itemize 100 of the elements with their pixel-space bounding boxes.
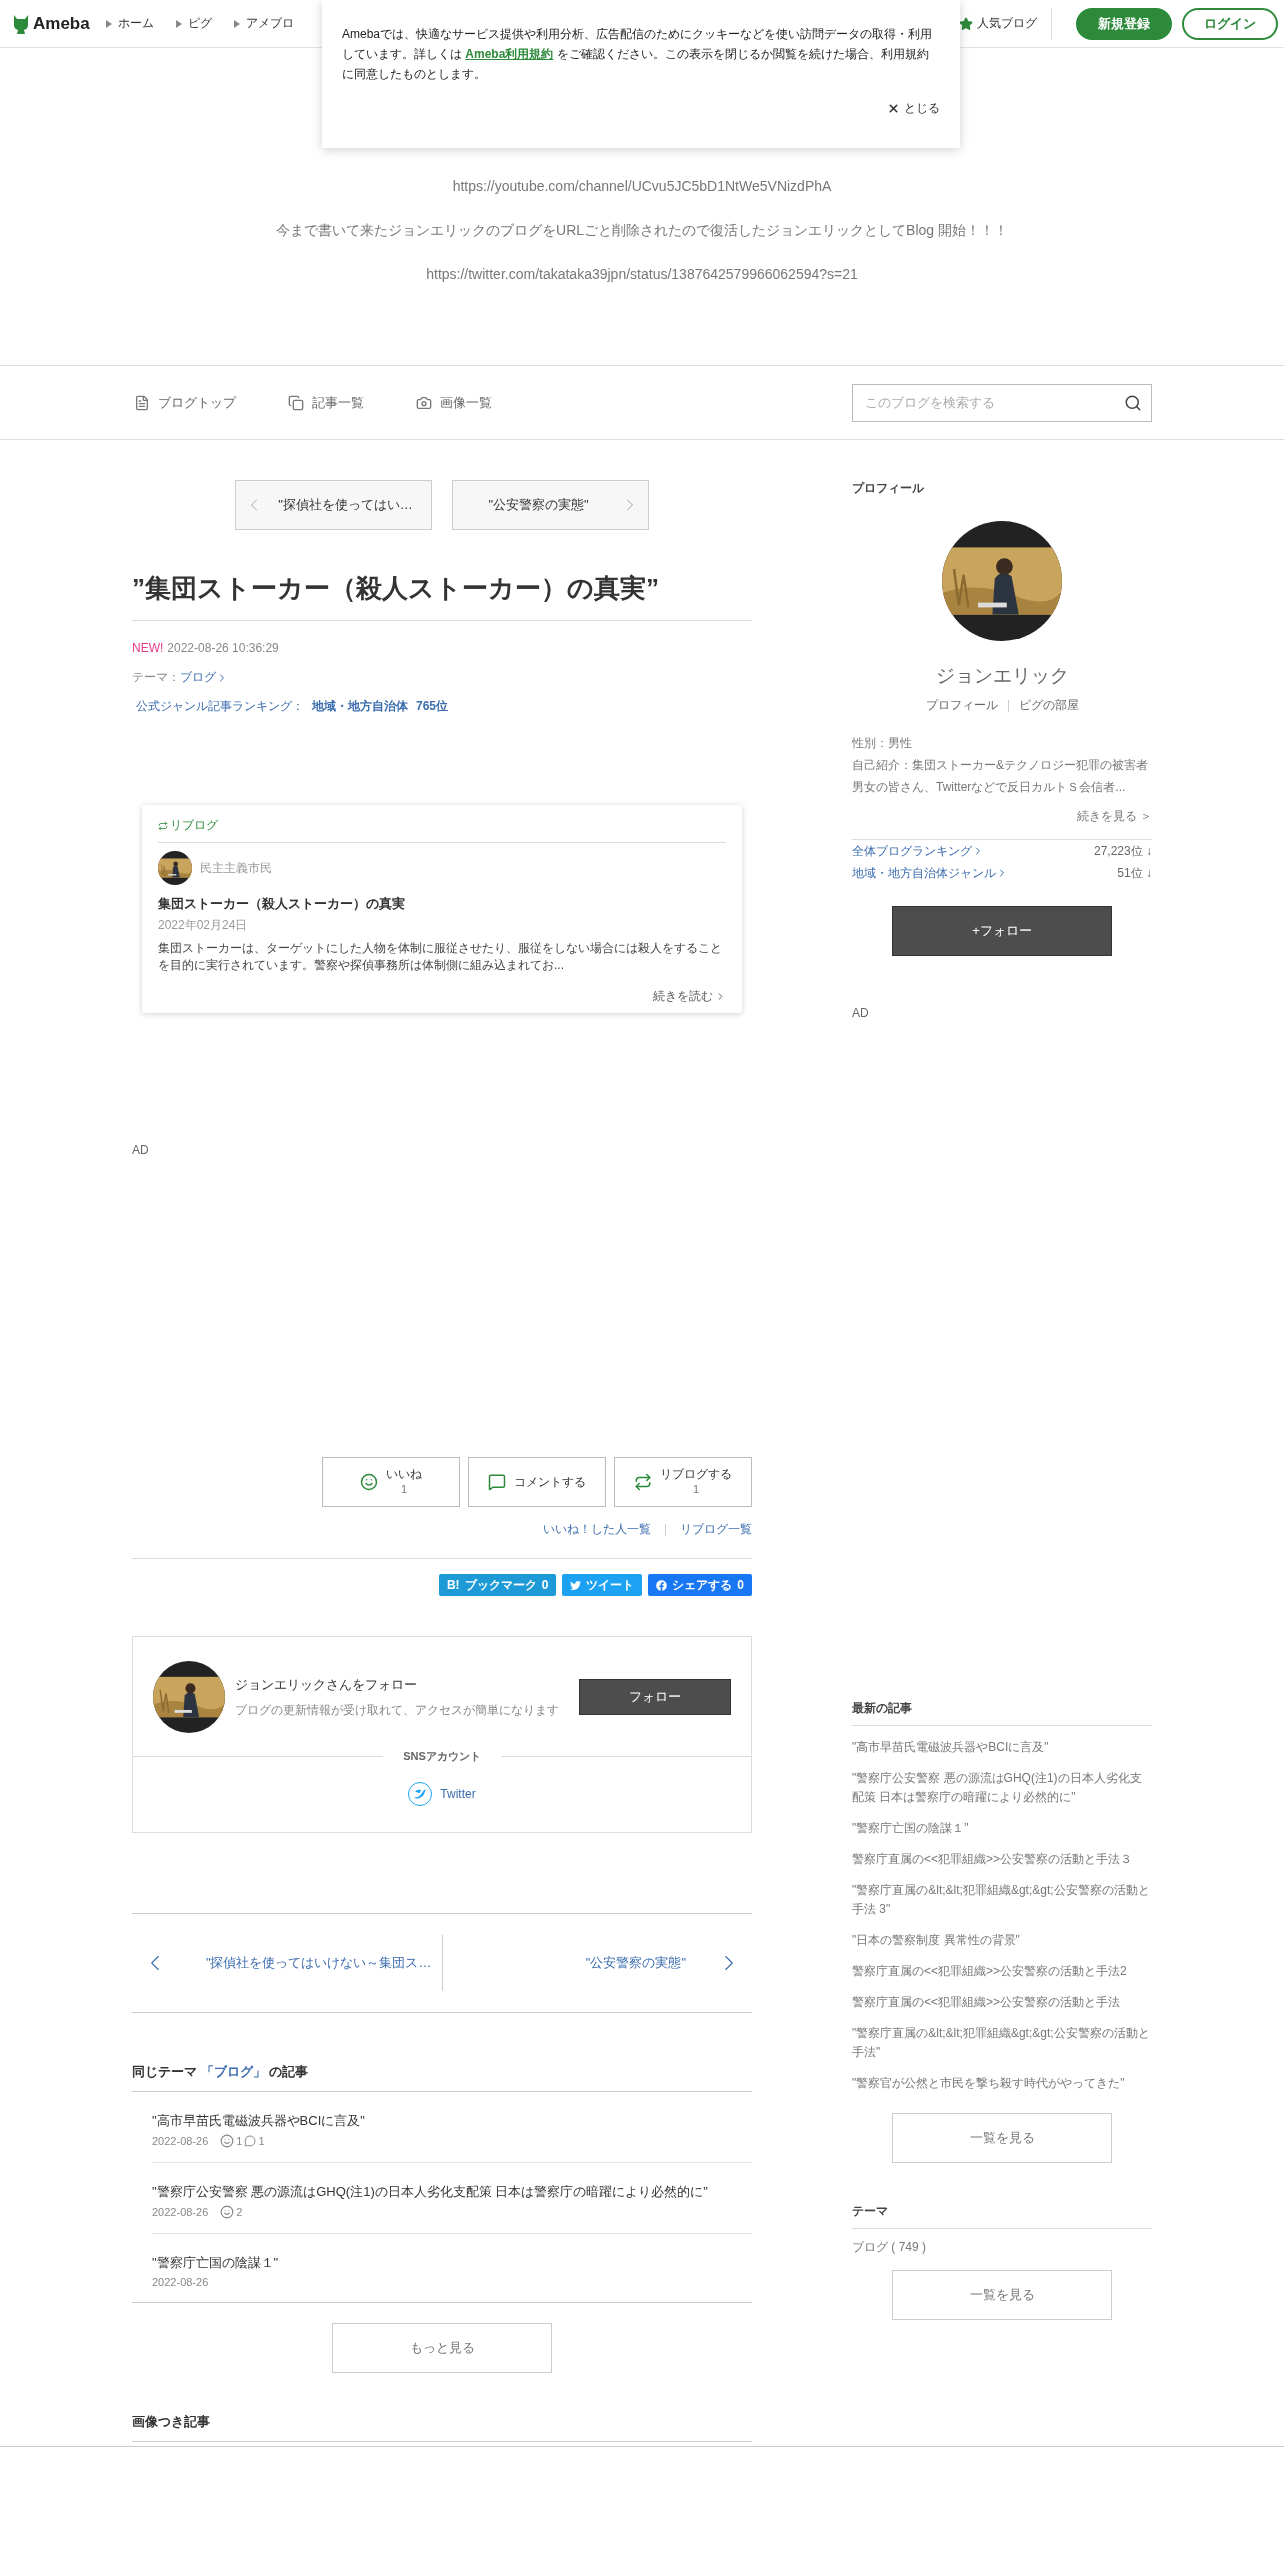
profile-link[interactable]: プロフィール (925, 697, 998, 714)
cookie-text: Amebaでは、快適なサービス提供や利用分析、広告配信のためにクッキーなどを使い訪問データの取得・利用しています。詳しくは Ameba利用規約 をご確認ください。この表示を閉じるか閲覧を続けた場合、利用規約に同意したものとします。 (342, 26, 934, 83)
follow-button[interactable]: +フォロー (892, 906, 1112, 956)
ad-label: AD (132, 1143, 150, 1157)
latest-article-link[interactable]: 警察庁直属の<<犯罪組織>>公安警察の活動と手法３ (852, 1850, 1152, 1869)
caret-icon (105, 19, 112, 28)
ranking-link[interactable]: 地域・地方自治体ジャンル (852, 862, 1008, 884)
comment-count: 1 (258, 2135, 265, 2147)
latest-article-link[interactable]: "警察庁直属の&lt;&lt;犯罪組織&gt;&gt;公安警察の活動と手法" (852, 2024, 1152, 2062)
list-link[interactable]: いいね！した人一覧 (543, 1521, 651, 1538)
bird-icon (570, 1579, 582, 1591)
blog-description: 今まで書いて来たジョンエリックのブログをURLごと削除されたので復活したジョンエリックとしてBlog 開始！！！ (275, 221, 1009, 240)
sns-heading: SNSアカウント (403, 1749, 481, 1764)
profile-gender: 性別：男性 (852, 735, 913, 752)
section-heading: 同じテーマ (132, 2064, 198, 2079)
article-link[interactable]: "警察庁亡国の陰謀１" (152, 2254, 752, 2272)
blog-nav-link[interactable]: 記事一覧 (288, 393, 364, 412)
reblog-excerpt: 集団ストーカーは、ターゲットにした人物を体制に服従させたり、服従をしない場合には殺人をすることを目的に実行されています。警察や探偵事務所は体制側に組み込まれてお... (158, 940, 723, 974)
camera-icon (416, 394, 432, 411)
share-button[interactable]: シェアする 0 (648, 1574, 752, 1596)
profile-link[interactable]: ピグの部屋 (1018, 697, 1079, 714)
latest-article-link[interactable]: 警察庁直属の<<犯罪組織>>公安警察の活動と手法 (852, 1993, 1152, 2012)
next-article-button[interactable]: "公安警察の実態" (452, 480, 649, 530)
action-button[interactable]: コメントする (468, 1457, 606, 1507)
reblog-card[interactable]: リブログ 民主主義市民 集団ストーカー（殺人ストーカー）の真実 2022年02月24日 集団ストーカーは、ターゲットにした人物を体制に服従させたり、服従をしない場合には殺人をすることを目的に実行されています。警察や探偵事務所は体制側に組み込まれてお... 続きを読む (142, 805, 742, 1013)
caret-icon (233, 19, 240, 28)
ad-label: AD (852, 1006, 870, 1020)
terms-link[interactable]: Ameba利用規約 (465, 47, 554, 61)
read-more-link[interactable]: 続きを読む (653, 988, 713, 1005)
profile-intro: 自己紹介：集団ストーカー&テクノロジー犯罪の被害者男女の皆さん、Twitterなどで反日カルトＳ会信者... (852, 757, 1149, 796)
caret-icon (175, 19, 182, 28)
bird-icon (408, 1782, 433, 1806)
article-title: ”集団ストーカー（殺人ストーカー）の真実” (132, 570, 752, 621)
close-button[interactable]: とじる (887, 100, 940, 117)
blog-nav-link[interactable]: 画像一覧 (416, 393, 492, 412)
view-all-button[interactable]: 一覧を見る (892, 2113, 1112, 2163)
speech-bubble-icon (244, 2135, 257, 2147)
previous-article-link[interactable]: "探偵社を使ってはいけない～集団ス… (132, 1935, 443, 1991)
blog-description: https://youtube.com/channel/UCvu5JC5bD1NtWe5VNizdPhA (451, 177, 833, 196)
document-icon (134, 394, 150, 411)
action-button[interactable]: いいね 1 (322, 1457, 460, 1507)
section-heading: プロフィール (852, 480, 925, 497)
reblog-date: 2022年02月24日 (158, 917, 249, 934)
list-link[interactable]: リブログ一覧 (680, 1521, 752, 1538)
section-heading: テーマ (852, 2203, 1152, 2229)
blog-nav-link[interactable]: ブログトップ (134, 393, 236, 412)
share-button[interactable]: B! ブックマーク 0 (438, 1574, 557, 1596)
latest-article-link[interactable]: "警察庁直属の&lt;&lt;犯罪組織&gt;&gt;公安警察の活動と手法 3" (852, 1881, 1152, 1919)
reblog-title: 集団ストーカー（殺人ストーカー）の真実 (158, 895, 406, 913)
smiley-icon (220, 2134, 235, 2148)
repeat-icon (158, 820, 168, 831)
action-button[interactable]: リブログする 1 (614, 1457, 752, 1507)
ranking-rank[interactable]: 765位 (416, 698, 449, 715)
search-icon[interactable] (1124, 393, 1142, 412)
latest-article-link[interactable]: "警察庁亡国の陰謀１" (852, 1819, 1152, 1838)
see-more-link[interactable]: 続きを見る ＞ (852, 808, 1152, 840)
like-count: 1 (236, 2135, 243, 2147)
like-count: 2 (236, 2206, 243, 2218)
follow-button[interactable]: フォロー (579, 1679, 731, 1715)
next-article-link[interactable]: "公安警察の実態" (442, 1935, 752, 1991)
signup-button[interactable]: 新規登録 (1076, 7, 1172, 40)
twitter-link[interactable]: Twitter (133, 1764, 751, 1832)
more-button[interactable]: もっと見る (332, 2323, 552, 2373)
search-field[interactable]: このブログを検索する (852, 383, 1152, 422)
latest-article-link[interactable]: 警察庁直属の<<犯罪組織>>公安警察の活動と手法2 (852, 1962, 1152, 1981)
theme-link[interactable]: 「ブログ」 (200, 2064, 266, 2079)
facebook-icon (656, 1579, 668, 1591)
nav-link[interactable]: ピグ (175, 15, 212, 32)
smiley-icon (220, 2205, 235, 2219)
login-button[interactable]: ログイン (1182, 7, 1278, 40)
speech-bubble-icon (488, 1473, 506, 1491)
article-link[interactable]: "警察庁公安警察 悪の源流はGHQ(注1)の日本人劣化支配策 日本は警察庁の暗躍により必然的に" (152, 2183, 752, 2201)
reblog-label: リブログ (170, 817, 218, 834)
nav-link[interactable]: ホーム (105, 15, 154, 32)
logo-text[interactable]: Ameba (33, 13, 90, 34)
article-date: 2022-08-26 (152, 2206, 209, 2218)
section-heading: 最新の記事 (852, 1700, 1152, 1726)
nav-link[interactable]: アメブロ (233, 15, 294, 32)
latest-article-link[interactable]: "警察庁公安警察 悪の源流はGHQ(注1)の日本人劣化支配策 日本は警察庁の暗躍により必然的に" (852, 1769, 1152, 1807)
latest-article-link[interactable]: "日本の警察制度 異常性の背景" (852, 1931, 1152, 1950)
view-all-button[interactable]: 一覧を見る (892, 2270, 1112, 2320)
repeat-icon (634, 1473, 652, 1491)
article-date: 2022-08-26 (152, 2135, 209, 2147)
smiley-icon (360, 1473, 378, 1491)
theme-link[interactable]: ブログ (180, 669, 228, 686)
ranking-value: 27,223位 ↓ (1093, 843, 1152, 860)
previous-article-button[interactable]: "探偵社を使ってはい… (235, 480, 432, 530)
new-label: NEW! (132, 641, 164, 655)
close-icon (887, 102, 900, 115)
follow-subtitle: ブログの更新情報が受け取れて、アクセスが簡単になります (235, 1701, 560, 1719)
ranking-link[interactable]: 全体ブログランキング (852, 840, 984, 862)
latest-article-link[interactable]: "高市早苗氏電磁波兵器やBCIに言及" (852, 1738, 1152, 1757)
latest-article-link[interactable]: "警察官が公然と市民を撃ち殺す時代がやってきた" (852, 2074, 1152, 2093)
ranking-genre-link[interactable]: 地域・地方自治体 (312, 698, 408, 715)
profile-name[interactable]: ジョンエリック (852, 663, 1152, 689)
theme-link[interactable]: ブログ ( 749 ) (852, 2239, 1152, 2256)
pages-icon (288, 394, 304, 411)
theme-label: テーマ： (132, 669, 180, 686)
article-link[interactable]: "高市早苗氏電磁波兵器やBCIに言及" (152, 2112, 752, 2130)
ranking-label: 公式ジャンル記事ランキング： (136, 698, 304, 715)
